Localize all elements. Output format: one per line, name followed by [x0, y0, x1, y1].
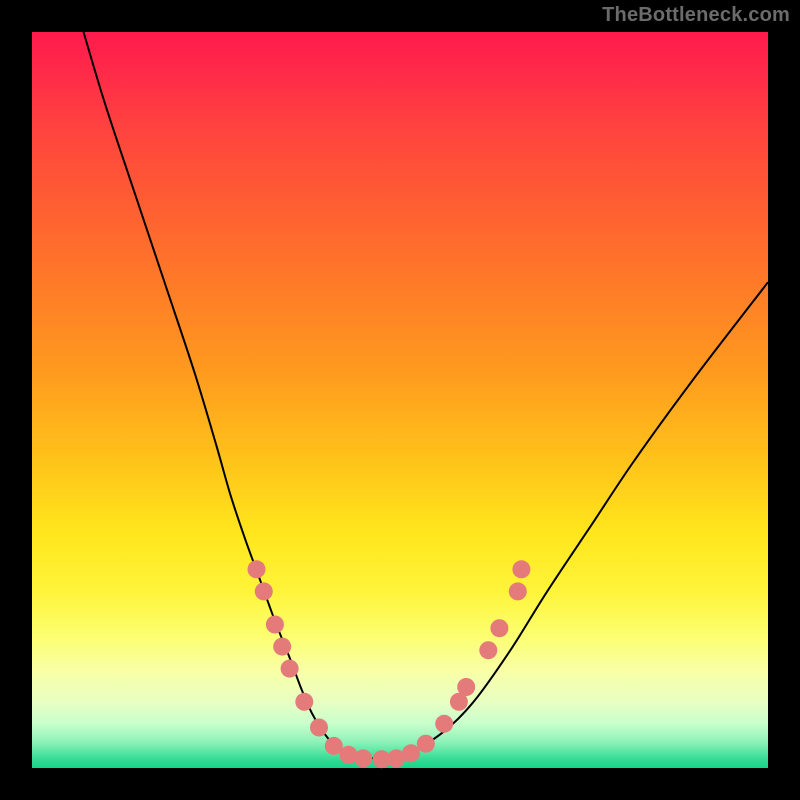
highlight-dot	[479, 641, 497, 659]
watermark-text: TheBottleneck.com	[602, 4, 790, 27]
highlight-dot	[512, 560, 530, 578]
highlight-dot	[509, 582, 527, 600]
highlight-dot	[490, 619, 508, 637]
highlight-dot	[402, 744, 420, 762]
bottleneck-curve	[84, 32, 768, 759]
highlight-dot	[281, 660, 299, 678]
highlight-dot	[417, 735, 435, 753]
highlight-dot	[273, 638, 291, 656]
chart-overlay-svg	[32, 32, 768, 768]
highlight-dot	[457, 678, 475, 696]
chart-frame: TheBottleneck.com	[0, 0, 800, 800]
highlight-dot	[255, 582, 273, 600]
highlight-dot	[354, 749, 372, 767]
highlight-dot	[295, 693, 313, 711]
highlight-dot	[310, 719, 328, 737]
highlight-dot	[266, 616, 284, 634]
highlight-dot	[248, 560, 266, 578]
plot-area	[32, 32, 768, 768]
highlighted-points-group	[248, 560, 531, 768]
highlight-dot	[435, 715, 453, 733]
